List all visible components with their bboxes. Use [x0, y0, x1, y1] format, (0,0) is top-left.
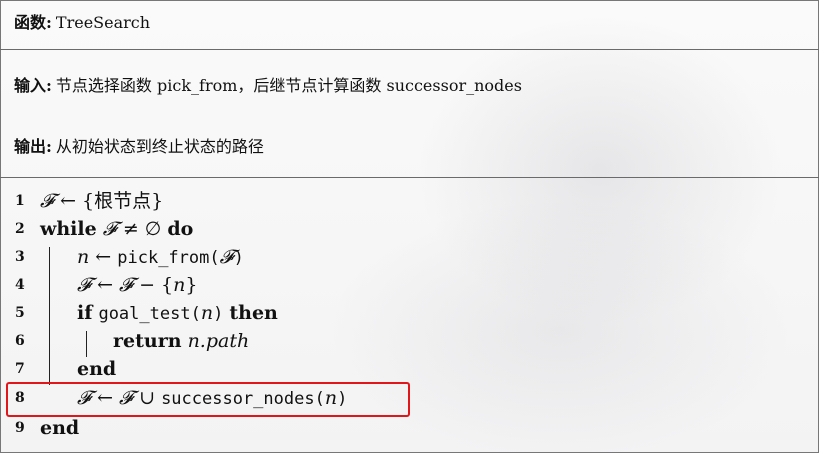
algo-line-3: 3 n ← pick_from(𝓕)	[0, 243, 819, 271]
line-number: 7	[15, 361, 25, 377]
algo-line-1: 1 𝓕 ← {根节点}	[0, 187, 819, 215]
output-label: 输出:	[14, 137, 52, 156]
line-number: 1	[15, 193, 25, 209]
algo-line-5: 5 if goal_test(n) then	[0, 299, 819, 327]
input-row: 输入: 节点选择函数 pick_from，后继节点计算函数 successor_n…	[14, 72, 522, 96]
function-row: 函数: TreeSearch	[14, 9, 150, 33]
algo-line-6: 6 return n.path	[0, 327, 819, 355]
line-code: 𝓕 ← 𝓕 − {n}	[77, 274, 198, 296]
keyword-end: end	[77, 358, 117, 380]
goal-call: goal_test	[98, 304, 191, 324]
line-number: 2	[15, 221, 25, 237]
var-n: n	[77, 246, 90, 268]
line-code: end	[77, 355, 116, 383]
algo-line-9: 9 end	[0, 414, 819, 442]
algo-line-4: 4 𝓕 ← 𝓕 − {n}	[0, 271, 819, 299]
root-label: 根节点	[94, 190, 152, 212]
algo-line-2: 2 while 𝓕 ≠ ∅ do	[0, 215, 819, 243]
function-name: TreeSearch	[55, 13, 151, 32]
line-code: n ← pick_from(𝓕)	[77, 246, 244, 268]
body-divider	[0, 177, 819, 178]
algo-line-7: 7 end	[0, 355, 819, 383]
keyword-then: then	[229, 302, 278, 324]
line-code: end	[40, 414, 79, 442]
header-divider	[0, 49, 819, 50]
keyword-return: return	[113, 330, 182, 352]
line-code: return n.path	[113, 327, 249, 355]
keyword-if: if	[77, 302, 93, 324]
keyword-end: end	[40, 417, 80, 439]
path-expr: n.path	[187, 330, 250, 352]
input-text: 节点选择函数 pick_from，后继节点计算函数 successor_node…	[55, 76, 522, 95]
line-code: while 𝓕 ≠ ∅ do	[40, 218, 194, 240]
input-label: 输入:	[14, 76, 52, 95]
function-label: 函数:	[14, 13, 52, 32]
line-code: 𝓕 ← {根节点}	[40, 190, 164, 212]
line-number: 6	[15, 333, 25, 349]
line-number: 9	[15, 420, 25, 436]
line-number: 4	[15, 277, 25, 293]
var-n: n	[200, 302, 214, 324]
keyword-do: do	[167, 218, 194, 240]
pick-call: pick_from	[117, 248, 210, 268]
var-n: n	[173, 274, 186, 296]
line-number: 3	[15, 249, 25, 265]
line-code: if goal_test(n) then	[77, 302, 278, 324]
keyword-while: while	[40, 218, 97, 240]
output-row: 输出: 从初始状态到终止状态的路径	[14, 133, 264, 157]
highlight-box	[6, 382, 410, 417]
output-text: 从初始状态到终止状态的路径	[55, 137, 264, 156]
line-number: 5	[15, 305, 25, 321]
